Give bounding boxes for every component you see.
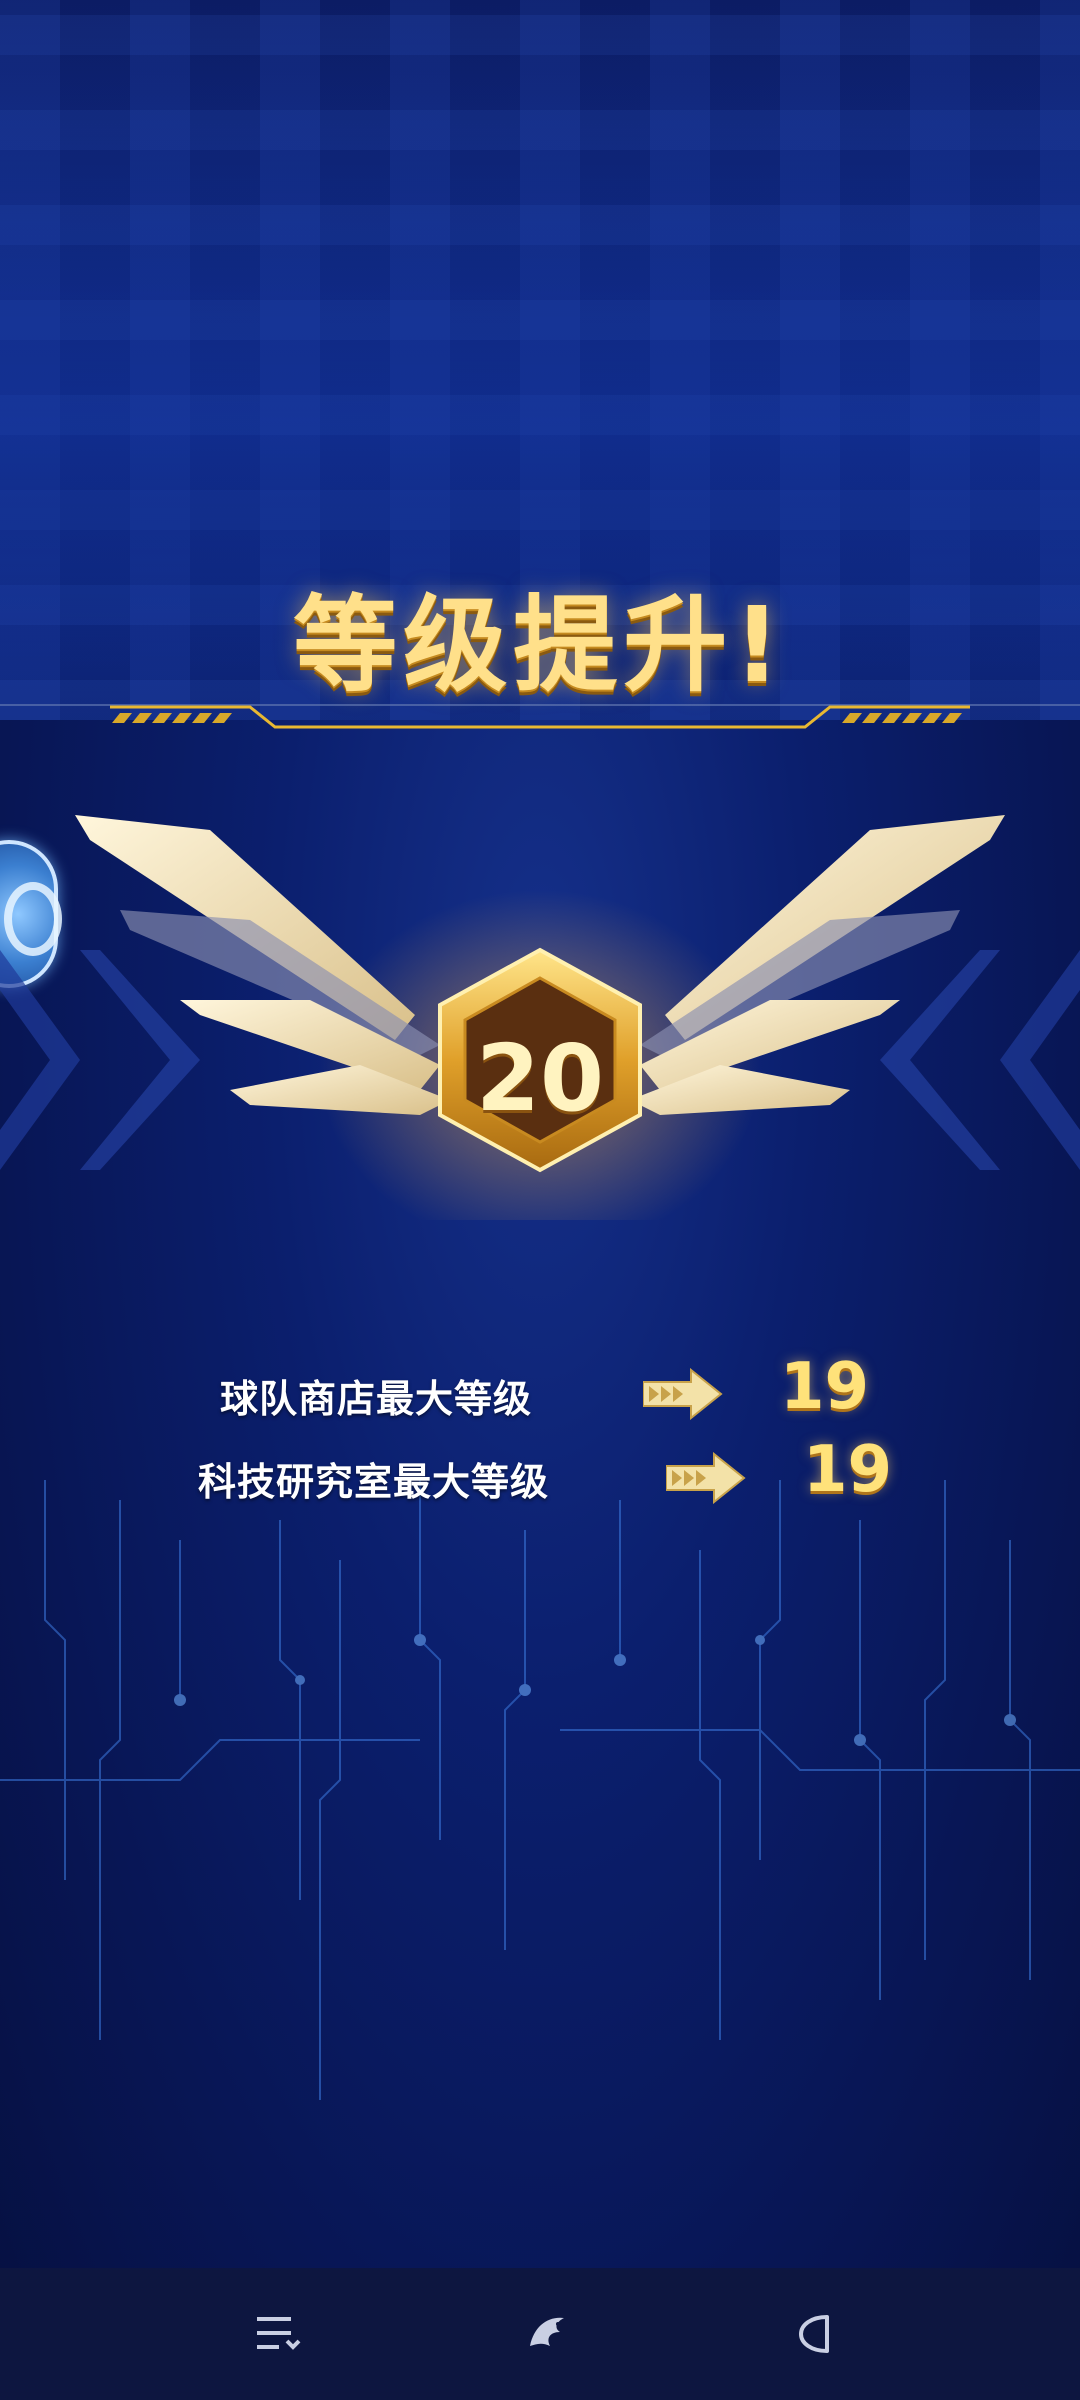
- nav-home-button[interactable]: [510, 2296, 586, 2372]
- unlock-row-tech-lab: 科技研究室最大等级: [198, 1438, 549, 1518]
- menu-icon: [257, 2317, 301, 2350]
- right-arrow-icon: [666, 1452, 746, 1504]
- back-icon: [799, 2315, 829, 2353]
- level-number: 20: [475, 1025, 605, 1132]
- system-navigation-bar: [0, 2268, 1080, 2400]
- dragon-logo-icon: [530, 2317, 564, 2346]
- title-underline-bar: [0, 704, 1080, 729]
- row-value: 19: [803, 1433, 893, 1507]
- level-up-title: 等级提升!: [293, 584, 787, 706]
- nav-back-button[interactable]: [778, 2296, 854, 2372]
- unlock-row-team-shop: 球队商店最大等级: [220, 1355, 532, 1435]
- circuit-background: [0, 1480, 1080, 2100]
- right-arrow-icon: [643, 1368, 723, 1420]
- nav-menu-button[interactable]: [240, 2296, 316, 2372]
- level-badge-wings: [75, 815, 1005, 1220]
- row-label: 科技研究室最大等级: [198, 1459, 550, 1504]
- row-label: 球队商店最大等级: [220, 1376, 533, 1421]
- row-value: 19: [780, 1350, 870, 1424]
